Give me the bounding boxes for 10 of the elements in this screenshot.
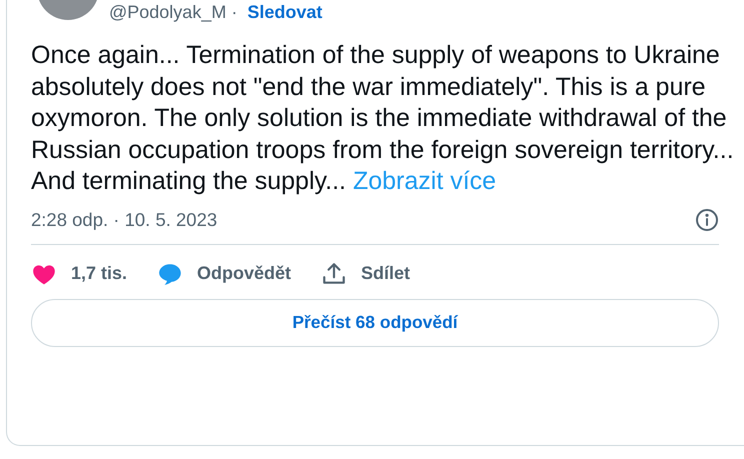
share-icon [321,260,348,286]
read-replies-button[interactable]: Přečíst 68 odpovědí [31,298,719,346]
follow-link[interactable]: Sledovat [247,1,322,23]
user-handle: @Podolyak_M · [109,1,238,23]
tweet-text: Once again... Termination of the supply of weapons to Ukraine absolutely does not "end the war immediately". This is a pure oxymoron. The only solution is the immediate withdrawal of the Russian occupation troops from the foreign sovereign territory... And terminating the supply... Zobrazit více [31,40,735,197]
share-button[interactable]: Sdílet [321,260,410,286]
reply-button[interactable]: Odpovědět [157,260,292,286]
like-button[interactable]: 1,7 tis. [31,260,128,286]
info-icon[interactable] [695,208,719,232]
timestamp: 2:28 odp. · 10. 5. 2023 [31,208,218,230]
